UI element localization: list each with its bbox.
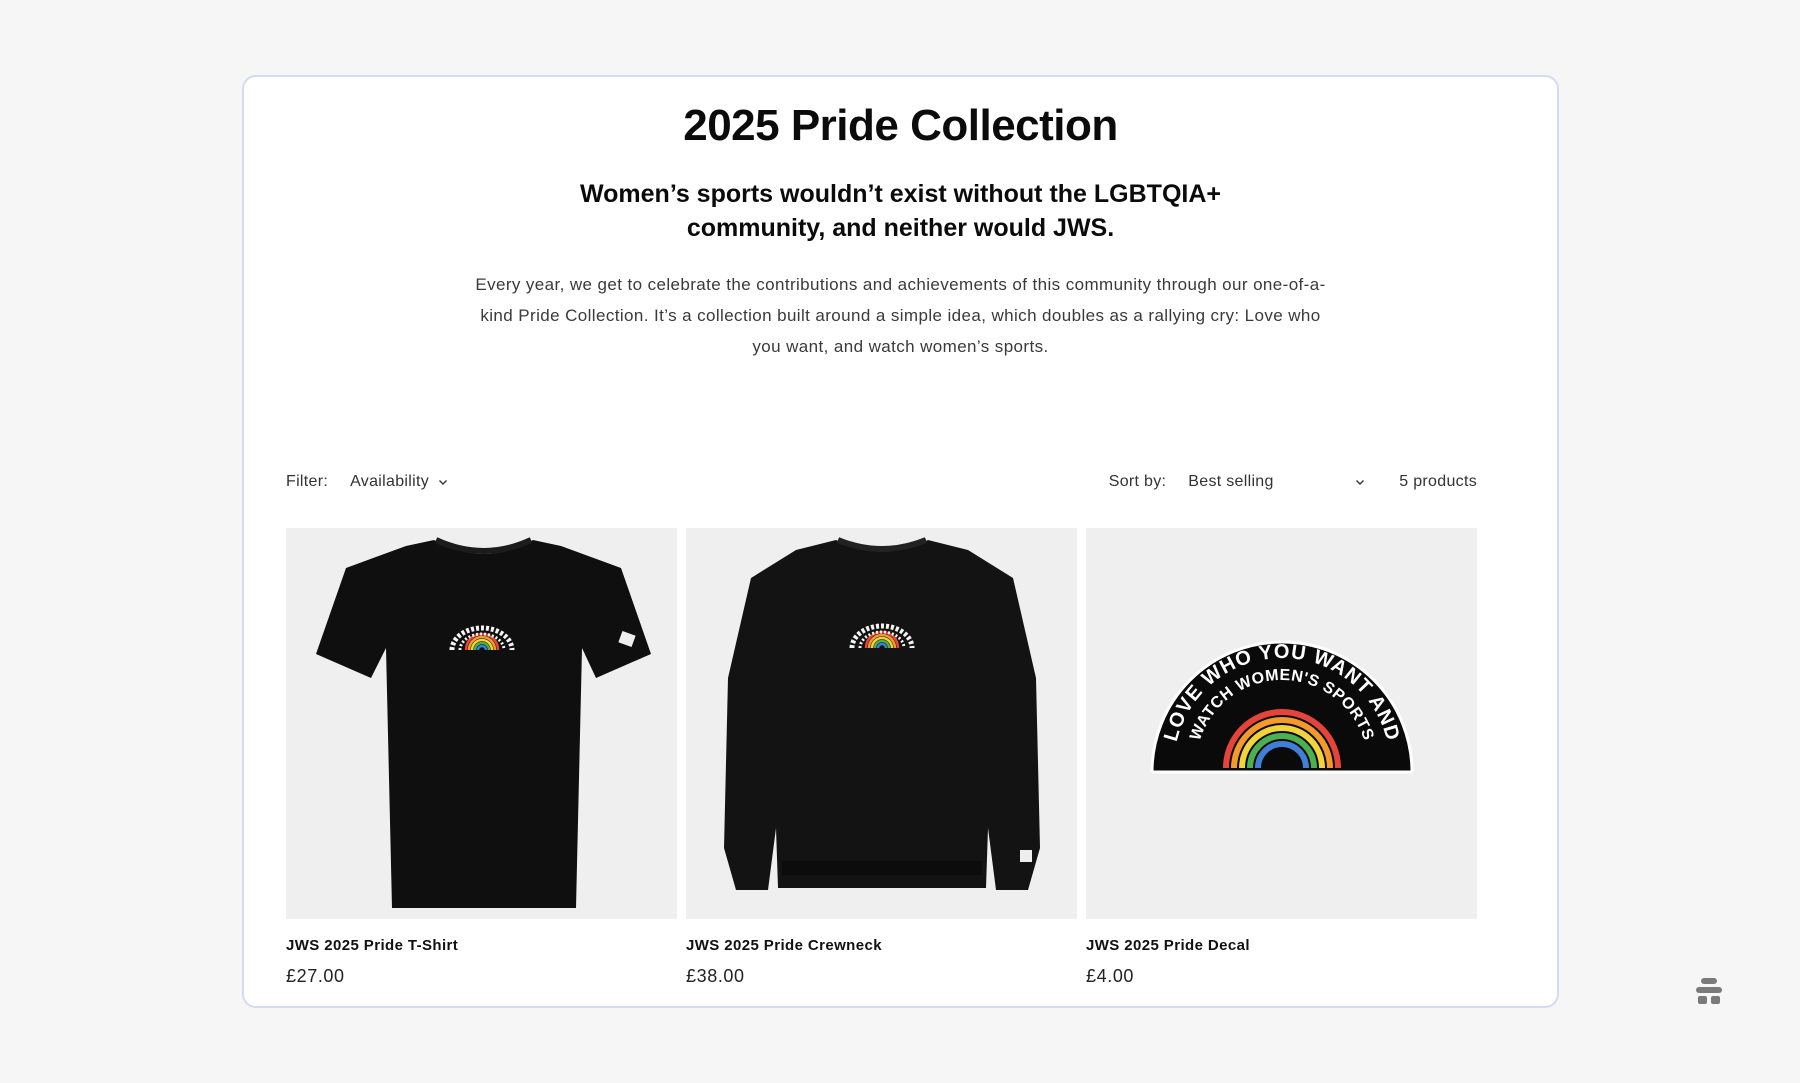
- product-count: 5 products: [1399, 473, 1477, 490]
- product-image-tshirt[interactable]: [286, 528, 677, 919]
- product-price: £4.00: [1086, 966, 1135, 986]
- product-card[interactable]: JWS 2025 Pride Crewneck £38.00: [686, 528, 1077, 987]
- collection-panel: 2025 Pride Collection Women’s sports wou…: [242, 75, 1559, 1008]
- sort-label: Sort by:: [1108, 473, 1167, 490]
- collection-subtitle: Women’s sports wouldn’t exist without th…: [580, 180, 1221, 242]
- product-title[interactable]: JWS 2025 Pride Decal: [1086, 937, 1477, 954]
- chevron-down-icon: [439, 480, 448, 485]
- product-price: £27.00: [286, 966, 345, 986]
- decal-illustration: LOVE WHO YOU WANT AND WATCH WOMEN'S SPOR…: [1150, 640, 1414, 774]
- product-title[interactable]: JWS 2025 Pride Crewneck: [686, 937, 1077, 954]
- collection-hero: 2025 Pride Collection Women’s sports wou…: [244, 101, 1557, 362]
- product-grid: JWS 2025 Pride T-Shirt £27.00 JWS 2025 P…: [286, 528, 1477, 987]
- product-title[interactable]: JWS 2025 Pride T-Shirt: [286, 937, 677, 954]
- collection-description: Every year, we get to celebrate the cont…: [475, 275, 1326, 356]
- sort-select-value: Best selling: [1188, 473, 1274, 490]
- product-card[interactable]: LOVE WHO YOU WANT AND WATCH WOMEN'S SPOR…: [1086, 528, 1477, 987]
- crewneck-illustration: [724, 537, 1040, 890]
- chevron-down-icon: [1356, 480, 1365, 485]
- availability-filter-label: Availability: [350, 473, 430, 490]
- tshirt-illustration: [316, 537, 651, 908]
- product-image-crewneck[interactable]: [686, 528, 1077, 919]
- filter-label: Filter:: [286, 473, 329, 490]
- product-image-decal[interactable]: LOVE WHO YOU WANT AND WATCH WOMEN'S SPOR…: [1086, 528, 1477, 919]
- availability-filter[interactable]: Availability: [350, 473, 449, 491]
- page-title: 2025 Pride Collection: [683, 101, 1118, 150]
- product-price: £38.00: [686, 966, 745, 986]
- stack-icon[interactable]: [1693, 976, 1725, 1008]
- facets-toolbar: Filter: Availability Sort by: Best selli…: [286, 462, 1477, 502]
- sort-select[interactable]: Best selling: [1188, 473, 1366, 491]
- product-card[interactable]: JWS 2025 Pride T-Shirt £27.00: [286, 528, 677, 987]
